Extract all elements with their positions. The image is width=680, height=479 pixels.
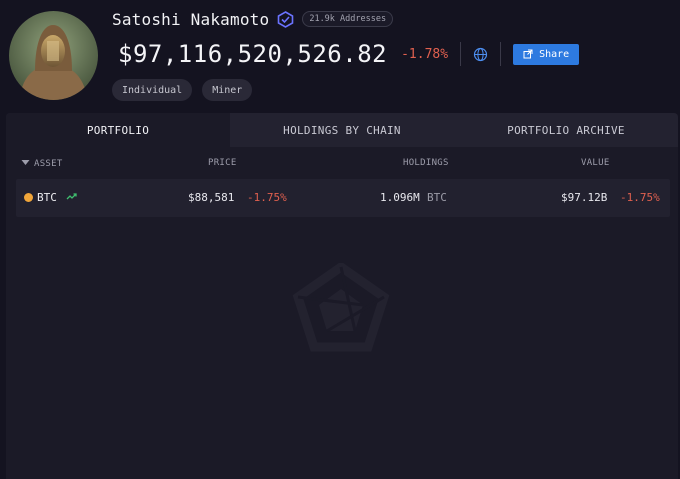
bitcoin-icon: [24, 193, 33, 202]
share-icon: [523, 49, 533, 59]
tag-miner[interactable]: Miner: [202, 79, 253, 101]
tab-portfolio[interactable]: PORTFOLIO: [6, 113, 230, 147]
price-change: -1.75%: [247, 191, 287, 204]
holdings-amount: 1.096M: [380, 191, 420, 204]
value-amount: $97.12B: [561, 191, 608, 204]
arkham-watermark-logo: [291, 261, 391, 353]
asset-column-header[interactable]: ASSET: [21, 158, 63, 169]
entity-page: Satoshi Nakamoto 21.9k Addresses $97,116…: [0, 0, 680, 479]
portfolio-panel: PORTFOLIO HOLDINGS BY CHAIN PORTFOLIO AR…: [6, 113, 678, 479]
value-row: $97,116,520,526.82 -1.78% Share: [118, 38, 580, 70]
value-column-header[interactable]: VALUE: [581, 158, 610, 168]
holdings-column-header[interactable]: HOLDINGS: [403, 158, 449, 168]
divider: [500, 42, 502, 66]
share-button[interactable]: Share: [513, 43, 580, 65]
table-row[interactable]: BTC $88,581 -1.75% 1.096M BTC $97.12B -1…: [16, 179, 670, 217]
tab-holdings-by-chain[interactable]: HOLDINGS BY CHAIN: [230, 113, 454, 147]
asset-name: BTC: [37, 191, 57, 204]
tag-row: Individual Miner: [112, 79, 253, 101]
avatar: [9, 11, 98, 100]
value-change: -1.75%: [620, 191, 660, 204]
total-change: -1.78%: [401, 46, 449, 62]
holdings-unit: BTC: [427, 191, 447, 204]
total-value: $97,116,520,526.82: [118, 40, 388, 68]
price-column-header[interactable]: PRICE: [208, 158, 237, 168]
tab-bar: PORTFOLIO HOLDINGS BY CHAIN PORTFOLIO AR…: [6, 113, 678, 147]
entity-name: Satoshi Nakamoto: [112, 9, 270, 29]
name-row: Satoshi Nakamoto 21.9k Addresses: [112, 8, 394, 30]
trend-up-icon: [66, 192, 77, 201]
asset-header-label: ASSET: [34, 159, 63, 169]
divider: [460, 42, 462, 66]
addresses-badge[interactable]: 21.9k Addresses: [302, 11, 394, 27]
table-header: ASSET PRICE HOLDINGS VALUE: [6, 149, 678, 177]
globe-icon[interactable]: [473, 47, 488, 62]
sort-icon: [21, 160, 30, 165]
verified-icon: [277, 10, 294, 28]
share-label: Share: [539, 48, 570, 60]
tag-individual[interactable]: Individual: [112, 79, 193, 101]
tab-portfolio-archive[interactable]: PORTFOLIO ARCHIVE: [454, 113, 678, 147]
price-value: $88,581: [188, 191, 235, 204]
